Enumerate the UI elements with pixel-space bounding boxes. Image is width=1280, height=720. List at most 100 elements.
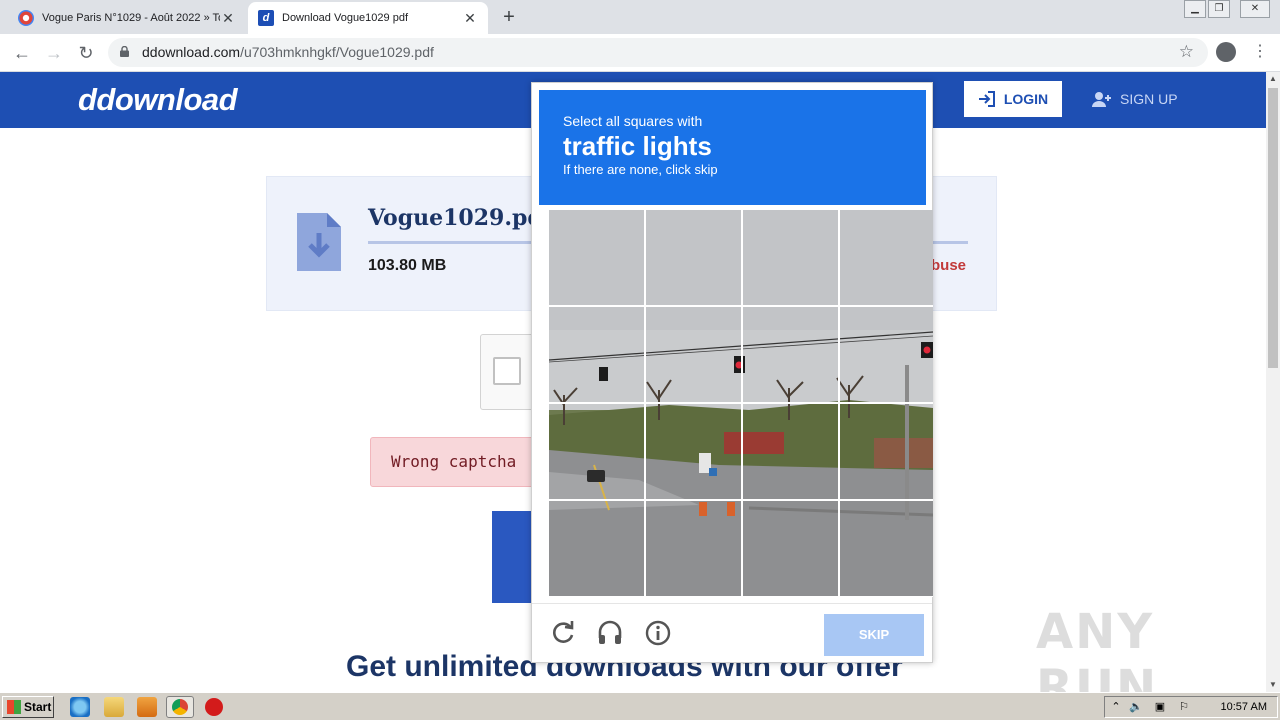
challenge-tile[interactable] — [646, 307, 741, 402]
street-scene-image — [549, 307, 644, 402]
back-arrow-icon[interactable]: ← — [10, 41, 34, 65]
tab-vogue-paris[interactable]: Vogue Paris N°1029 - Août 2022 » To ✕ — [8, 2, 246, 34]
challenge-tile[interactable] — [549, 501, 644, 596]
challenge-tile[interactable] — [840, 501, 933, 596]
reload-page-icon[interactable]: ↻ — [74, 41, 98, 65]
address-bar[interactable]: ddownload.com/u703hmknhgkf/Vogue1029.pdf… — [108, 38, 1208, 67]
login-label: LOGIN — [1003, 91, 1049, 107]
tab-title: Vogue Paris N°1029 - Août 2022 » To — [42, 12, 220, 24]
challenge-tile[interactable] — [743, 210, 838, 305]
close-window-icon[interactable]: ✕ — [1240, 0, 1270, 18]
page-scrollbar[interactable]: ▲ ▼ — [1266, 72, 1280, 692]
street-scene-image — [646, 210, 741, 305]
scroll-thumb[interactable] — [1268, 88, 1278, 368]
street-scene-image — [646, 501, 741, 596]
add-user-icon — [1092, 92, 1111, 107]
lock-icon — [120, 46, 129, 57]
street-scene-image — [743, 404, 838, 499]
challenge-tile[interactable] — [840, 307, 933, 402]
street-scene-image — [743, 501, 838, 596]
ddownload-logo[interactable]: ddownload — [78, 82, 238, 118]
vogue-favicon-icon — [18, 10, 34, 26]
street-scene-image — [646, 307, 741, 402]
new-tab-button[interactable]: + — [498, 6, 520, 28]
windows-taskbar: Start ⌃ 🔈 ▣ ⚐ 10:57 AM — [0, 692, 1280, 720]
browser-toolbar: ← → ↻ ddownload.com/u703hmknhgkf/Vogue10… — [0, 34, 1280, 72]
url-text: ddownload.com/u703hmknhgkf/Vogue1029.pdf — [142, 44, 434, 60]
report-abuse-link[interactable]: buse — [931, 257, 966, 274]
login-icon — [978, 91, 995, 107]
skip-button[interactable]: SKIP — [824, 614, 924, 656]
file-download-icon — [297, 213, 341, 271]
signup-label: SIGN UP — [1120, 91, 1178, 107]
minimize-window-icon[interactable]: ▁ — [1184, 0, 1206, 18]
file-name: Vogue1029.pdf — [368, 205, 553, 231]
volume-icon[interactable]: 🔈 — [1129, 700, 1143, 714]
audio-icon[interactable] — [595, 618, 625, 648]
street-scene-image — [840, 501, 933, 596]
challenge-instruction: Select all squares with — [563, 113, 703, 129]
challenge-tile[interactable] — [646, 501, 741, 596]
challenge-hint: If there are none, click skip — [563, 162, 718, 177]
scroll-up-icon[interactable]: ▲ — [1266, 72, 1280, 86]
ddownload-favicon-icon: d — [258, 10, 274, 26]
challenge-tile[interactable] — [743, 501, 838, 596]
action-center-flag-icon[interactable]: ⚐ — [1177, 700, 1191, 714]
street-scene-image — [549, 501, 644, 596]
close-tab-icon[interactable]: ✕ — [462, 10, 478, 27]
url-domain: ddownload.com — [142, 44, 241, 60]
street-scene-image — [743, 307, 838, 402]
recaptcha-checkbox[interactable] — [493, 357, 521, 385]
network-icon[interactable]: ▣ — [1153, 700, 1167, 714]
street-scene-image — [549, 404, 644, 499]
street-scene-image — [549, 210, 644, 305]
challenge-footer: SKIP — [532, 603, 932, 663]
challenge-tile[interactable] — [646, 404, 741, 499]
challenge-tile[interactable] — [840, 210, 933, 305]
challenge-tile[interactable] — [549, 210, 644, 305]
system-tray: ⌃ 🔈 ▣ ⚐ 10:57 AM — [1104, 696, 1278, 718]
challenge-header: Select all squares with traffic lights I… — [539, 90, 926, 205]
browser-tab-strip: Vogue Paris N°1029 - Août 2022 » To ✕ d … — [0, 0, 1280, 34]
clock: 10:57 AM — [1220, 701, 1267, 713]
windows-flag-icon — [7, 700, 21, 714]
challenge-tile[interactable] — [840, 404, 933, 499]
challenge-target: traffic lights — [563, 131, 712, 161]
challenge-tile[interactable] — [743, 404, 838, 499]
tab-title: Download Vogue1029 pdf — [282, 12, 408, 24]
challenge-tile[interactable] — [646, 210, 741, 305]
browser-menu-icon[interactable]: ⋮ — [1252, 42, 1268, 62]
file-explorer-icon[interactable] — [104, 697, 124, 717]
challenge-image-grid — [549, 210, 933, 597]
chrome-taskbar-button[interactable] — [166, 696, 194, 718]
signup-button[interactable]: SIGN UP — [1092, 81, 1178, 117]
media-player-icon[interactable] — [137, 697, 157, 717]
url-path: /u703hmknhgkf/Vogue1029.pdf — [240, 44, 434, 60]
challenge-tile[interactable] — [743, 307, 838, 402]
antivirus-alert-icon[interactable] — [205, 698, 223, 716]
close-tab-icon[interactable]: ✕ — [220, 10, 236, 27]
street-scene-image — [840, 404, 933, 499]
challenge-tile[interactable] — [549, 307, 644, 402]
chrome-icon — [172, 699, 188, 715]
internet-explorer-icon[interactable] — [70, 697, 90, 717]
start-button[interactable]: Start — [2, 696, 54, 718]
street-scene-image — [646, 404, 741, 499]
recaptcha-challenge: Select all squares with traffic lights I… — [531, 82, 933, 663]
street-scene-image — [743, 210, 838, 305]
error-alert: Wrong captcha — [370, 437, 540, 487]
file-size: 103.80 MB — [368, 257, 447, 274]
tray-expand-icon[interactable]: ⌃ — [1109, 700, 1123, 714]
street-scene-image — [840, 307, 933, 402]
forward-arrow-icon[interactable]: → — [42, 41, 66, 65]
bookmark-star-icon[interactable]: ☆ — [1179, 42, 1194, 62]
restore-window-icon[interactable]: ❐ — [1208, 0, 1230, 18]
challenge-tile[interactable] — [549, 404, 644, 499]
start-label: Start — [24, 700, 52, 714]
profile-avatar-icon[interactable] — [1216, 42, 1236, 62]
login-button[interactable]: LOGIN — [964, 81, 1062, 117]
reload-icon[interactable] — [548, 618, 578, 648]
street-scene-image — [840, 210, 933, 305]
info-icon[interactable] — [643, 618, 673, 648]
tab-download-vogue[interactable]: d Download Vogue1029 pdf ✕ — [248, 2, 488, 34]
